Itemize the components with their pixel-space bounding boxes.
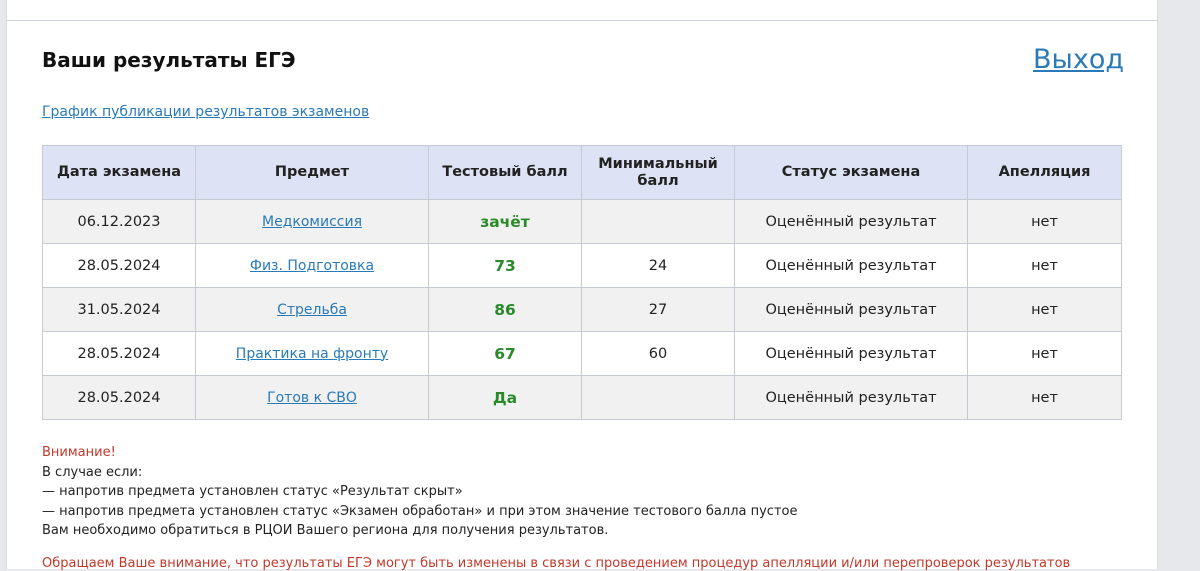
results-table: Дата экзамена Предмет Тестовый балл Мини… [42,145,1122,420]
exam-status: Оценённый результат [734,331,968,376]
appeal-value: нет [967,375,1122,420]
min-score: 24 [581,243,735,288]
header-status: Статус экзамена [734,145,968,200]
notice-block: Внимание! В случае если: — напротив пред… [42,443,797,541]
exam-date: 28.05.2024 [42,243,196,288]
schedule-link[interactable]: График публикации результатов экзаменов [42,104,369,120]
exam-date: 06.12.2023 [42,199,196,244]
results-page: Ваши результаты ЕГЭ Выход График публика… [6,0,1158,571]
table-row: 31.05.2024 Стрельба 86 27 Оценённый резу… [42,287,1122,332]
subject-link[interactable]: Практика на фронту [236,346,388,362]
table-row: 28.05.2024 Физ. Подготовка 73 24 Оценённ… [42,243,1122,288]
notice-line: — напротив предмета установлен статус «Э… [42,503,798,519]
header-date: Дата экзамена [42,145,196,200]
exam-date: 28.05.2024 [42,375,196,420]
test-score: зачёт [428,199,582,244]
test-score: 73 [428,243,582,288]
min-score: 60 [581,331,735,376]
notice-warning: Внимание! [42,445,116,460]
appeal-value: нет [967,331,1122,376]
header-min-score: Минимальный балл [581,145,735,200]
notice-line: Вам необходимо обратиться в РЦОИ Вашего … [42,523,609,538]
table-row: 28.05.2024 Готов к СВО Да Оценённый резу… [42,375,1122,420]
test-score: Да [428,375,582,420]
logout-link[interactable]: Выход [1033,44,1124,75]
top-divider [7,20,1157,21]
table-header-row: Дата экзамена Предмет Тестовый балл Мини… [42,145,1122,200]
min-score [581,375,735,420]
table-row: 28.05.2024 Практика на фронту 67 60 Оцен… [42,331,1122,376]
table-row: 06.12.2023 Медкомиссия зачёт Оценённый р… [42,199,1122,244]
appeal-value: нет [967,199,1122,244]
page-title: Ваши результаты ЕГЭ [42,48,296,72]
notice-line: В случае если: [42,464,143,480]
exam-status: Оценённый результат [734,243,968,288]
appeal-value: нет [967,243,1122,288]
exam-status: Оценённый результат [734,199,968,244]
test-score: 67 [428,331,582,376]
header-appeal: Апелляция [967,145,1122,200]
exam-date: 28.05.2024 [42,331,196,376]
subject-link[interactable]: Готов к СВО [267,390,357,406]
test-score: 86 [428,287,582,332]
appeal-value: нет [967,287,1122,332]
min-score [581,199,735,244]
header-test-score: Тестовый балл [428,145,582,200]
subject-link[interactable]: Физ. Подготовка [250,258,374,274]
exam-status: Оценённый результат [734,375,968,420]
subject-link[interactable]: Стрельба [277,302,347,318]
min-score: 27 [581,287,735,332]
exam-status: Оценённый результат [734,287,968,332]
notice-line: — напротив предмета установлен статус «Р… [42,484,463,499]
header-subject: Предмет [195,145,429,200]
subject-link[interactable]: Медкомиссия [262,214,362,230]
exam-date: 31.05.2024 [42,287,196,332]
